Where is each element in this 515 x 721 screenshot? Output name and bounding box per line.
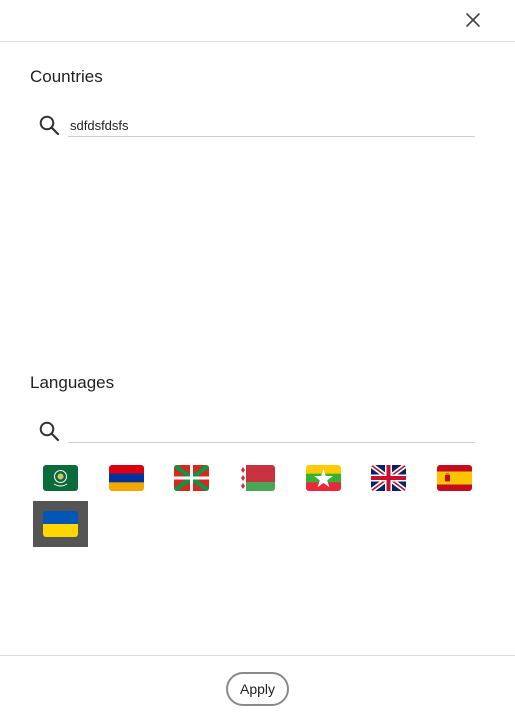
united-kingdom-flag-icon [371,465,406,491]
countries-search-input[interactable] [68,114,475,137]
myanmar-flag-icon [306,465,341,491]
language-flag-burmese[interactable] [296,455,351,501]
dialog-footer: Apply [0,655,515,721]
armenia-flag-icon [109,465,144,491]
dialog-header [0,0,515,42]
languages-title: Languages [30,373,115,392]
countries-title: Countries [30,67,103,86]
language-flag-armenian[interactable] [99,455,154,501]
belarus-flag-icon [240,465,275,491]
language-flag-belarusian[interactable] [230,455,285,501]
language-flag-spanish[interactable] [427,455,482,501]
search-icon [39,421,60,442]
close-icon[interactable] [462,9,484,31]
countries-search [38,112,475,138]
search-icon [39,115,60,136]
apply-button[interactable]: Apply [226,672,289,706]
ukraine-flag-icon [43,511,78,537]
language-flag-english[interactable] [361,455,416,501]
language-flag-basque[interactable] [164,455,219,501]
languages-search-input[interactable] [68,420,475,443]
language-flag-ukrainian[interactable] [33,501,88,547]
language-flag-arabic[interactable] [33,455,88,501]
spain-flag-icon [437,465,472,491]
basque-flag-icon [174,465,209,491]
languages-search [38,418,475,444]
arab-league-flag-icon [43,465,78,491]
